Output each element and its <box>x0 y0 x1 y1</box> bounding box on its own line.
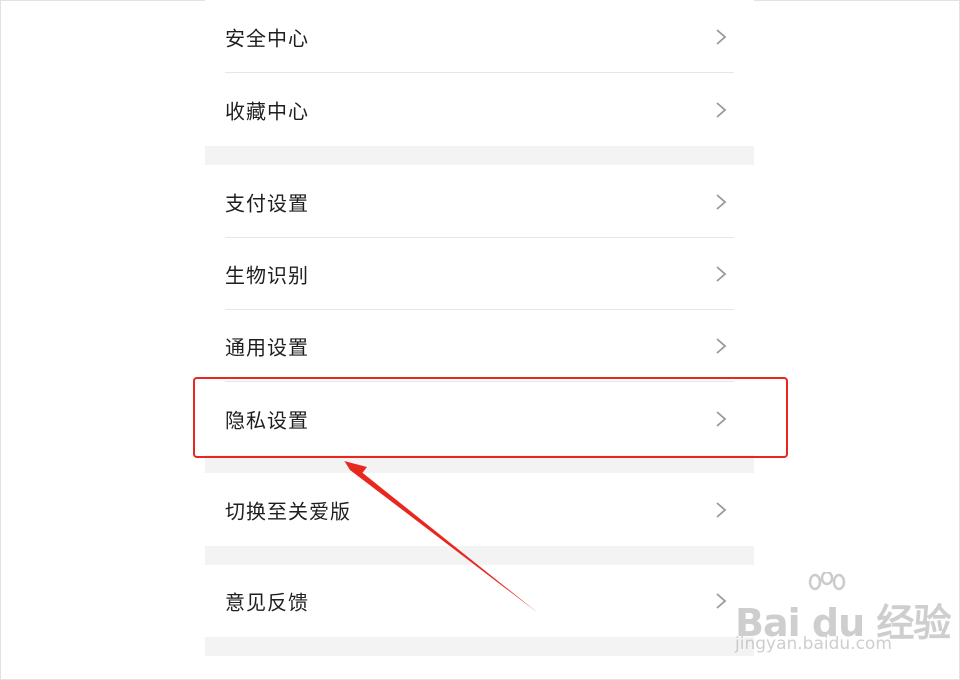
settings-item-favorites-center[interactable]: 收藏中心 <box>205 73 754 146</box>
settings-item-label: 安全中心 <box>225 26 309 50</box>
settings-list: 安全中心 收藏中心 支付设置 生物识别 通用设置 隐私设置 切换至关爱版 意见反… <box>205 0 754 656</box>
chevron-right-icon <box>716 266 727 282</box>
baidu-watermark: Bai du 经验 jingyan.baidu.com <box>735 572 951 662</box>
settings-item-label: 切换至关爱版 <box>225 499 351 523</box>
settings-item-general-settings[interactable]: 通用设置 <box>205 310 754 382</box>
chevron-right-icon <box>716 501 727 518</box>
chevron-right-icon <box>716 193 727 210</box>
settings-item-care-mode[interactable]: 切换至关爱版 <box>205 473 754 546</box>
settings-item-label: 通用设置 <box>225 335 309 360</box>
settings-item-payment-settings[interactable]: 支付设置 <box>205 165 754 238</box>
watermark-url: jingyan.baidu.com <box>735 634 892 654</box>
chevron-right-icon <box>716 28 727 45</box>
chevron-right-icon <box>716 101 727 118</box>
settings-item-biometrics[interactable]: 生物识别 <box>205 238 754 310</box>
section-gap <box>205 546 754 565</box>
settings-item-label: 支付设置 <box>225 191 309 215</box>
settings-item-feedback[interactable]: 意见反馈 <box>205 565 754 637</box>
chevron-right-icon <box>716 593 727 609</box>
settings-item-security-center[interactable]: 安全中心 <box>205 0 754 73</box>
settings-item-label: 收藏中心 <box>225 99 309 123</box>
settings-item-label: 意见反馈 <box>225 590 309 615</box>
annotation-highlight-box <box>193 377 788 458</box>
chevron-right-icon <box>716 338 727 354</box>
section-gap <box>205 146 754 165</box>
settings-item-label: 生物识别 <box>225 263 309 288</box>
section-gap <box>205 637 754 656</box>
